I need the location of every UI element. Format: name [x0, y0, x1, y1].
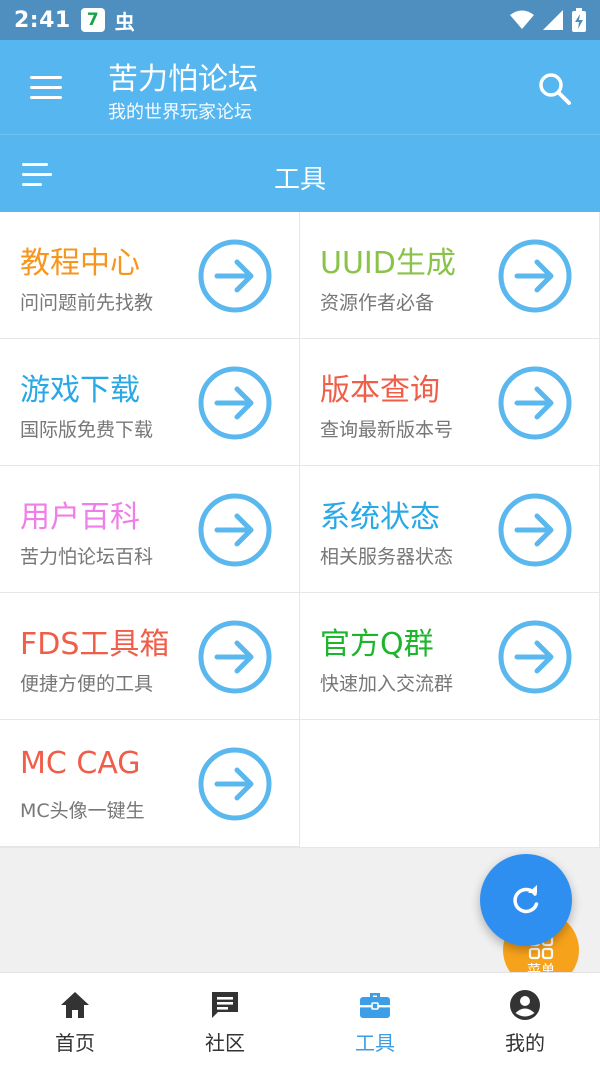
tool-card-version-query[interactable]: 版本查询 查询最新版本号	[300, 339, 600, 466]
tool-desc: 便捷方便的工具	[20, 673, 154, 695]
tool-title: 游戏下载	[20, 373, 140, 408]
nav-community[interactable]: 社区	[150, 973, 300, 1066]
menu-button[interactable]	[22, 68, 72, 108]
toolbox-icon	[360, 993, 390, 1018]
tool-desc: 问问题前先找教	[20, 292, 154, 314]
tool-title: 官方Q群	[320, 627, 434, 662]
tool-card-system-status[interactable]: 系统状态 相关服务器状态	[300, 466, 600, 593]
tool-card-uuid-generator[interactable]: UUID生成 资源作者必备	[300, 212, 600, 339]
tool-card-fds-toolbox[interactable]: FDS工具箱 便捷方便的工具	[0, 593, 300, 720]
arrow-right-circle-icon[interactable]	[197, 238, 273, 314]
arrow-right-circle-icon[interactable]	[197, 746, 273, 822]
arrow-right-circle-icon[interactable]	[497, 492, 573, 568]
nav-tools[interactable]: 工具	[300, 973, 450, 1066]
arrow-right-circle-icon[interactable]	[197, 492, 273, 568]
arrow-right-circle-icon[interactable]	[497, 619, 573, 695]
status-time: 2:41	[14, 7, 71, 33]
tool-card-tutorial-center[interactable]: 教程中心 问问题前先找教	[0, 212, 300, 339]
hamburger-icon-line	[30, 76, 62, 79]
tool-desc: MC头像一键生	[20, 800, 145, 822]
nav-home[interactable]: 首页	[0, 973, 150, 1066]
tool-card-official-qq-group[interactable]: 官方Q群 快速加入交流群	[300, 593, 600, 720]
home-icon	[61, 992, 89, 1018]
account-icon	[510, 990, 540, 1020]
tool-desc: 苦力怕论坛百科	[20, 546, 154, 568]
tool-title: 系统状态	[320, 500, 440, 535]
status-bar: 2:41 7 虫	[0, 0, 600, 40]
nav-tools-label: 工具	[355, 1031, 395, 1055]
hamburger-icon-line	[30, 86, 62, 89]
tool-desc: 相关服务器状态	[320, 546, 454, 568]
tool-title: UUID生成	[320, 246, 456, 281]
app-title: 苦力怕论坛	[108, 62, 258, 97]
tool-title: MC CAG	[20, 746, 141, 781]
tool-desc: 资源作者必备	[320, 292, 435, 314]
refresh-button[interactable]	[480, 854, 572, 946]
bug-notification-icon: 虫	[114, 9, 135, 34]
tool-card-mc-cag[interactable]: MC CAG MC头像一键生	[0, 720, 300, 847]
arrow-right-circle-icon[interactable]	[197, 619, 273, 695]
tool-card-game-download[interactable]: 游戏下载 国际版免费下载	[0, 339, 300, 466]
wifi-icon	[510, 10, 534, 29]
battery-charging-icon	[572, 8, 586, 32]
status-indicators	[510, 8, 586, 32]
tool-title: 教程中心	[20, 246, 140, 281]
tool-card-user-wiki[interactable]: 用户百科 苦力怕论坛百科	[0, 466, 300, 593]
section-header: 工具	[0, 134, 600, 212]
chat-icon	[212, 992, 238, 1018]
arrow-right-circle-icon[interactable]	[197, 365, 273, 441]
arrow-right-circle-icon[interactable]	[497, 365, 573, 441]
nav-home-label: 首页	[55, 1031, 95, 1055]
search-icon[interactable]	[534, 68, 576, 110]
tool-card-empty	[300, 720, 600, 847]
app-bar: 苦力怕论坛 我的世界玩家论坛	[0, 40, 600, 134]
tool-desc: 快速加入交流群	[320, 673, 454, 695]
tool-title: 版本查询	[320, 373, 440, 408]
refresh-icon	[513, 885, 539, 914]
nav-community-label: 社区	[205, 1031, 245, 1055]
tools-grid: 教程中心 问问题前先找教 UUID生成 资源作者必备 游戏下载 国际版免费下载 …	[0, 212, 600, 848]
app-notification-icon: 7	[80, 8, 105, 32]
nav-me-label: 我的	[505, 1031, 545, 1055]
tool-desc: 国际版免费下载	[20, 419, 154, 441]
nav-me[interactable]: 我的	[450, 973, 600, 1066]
bottom-navigation: 首页 社区 工具 我的	[0, 972, 600, 1066]
section-title: 工具	[273, 165, 326, 195]
app-subtitle: 我的世界玩家论坛	[108, 102, 252, 123]
tool-desc: 查询最新版本号	[320, 419, 454, 441]
arrow-right-circle-icon[interactable]	[497, 238, 573, 314]
tool-title: 用户百科	[20, 500, 140, 535]
signal-icon	[543, 10, 563, 30]
tool-title: FDS工具箱	[20, 627, 170, 662]
hamburger-icon-line	[30, 96, 62, 99]
